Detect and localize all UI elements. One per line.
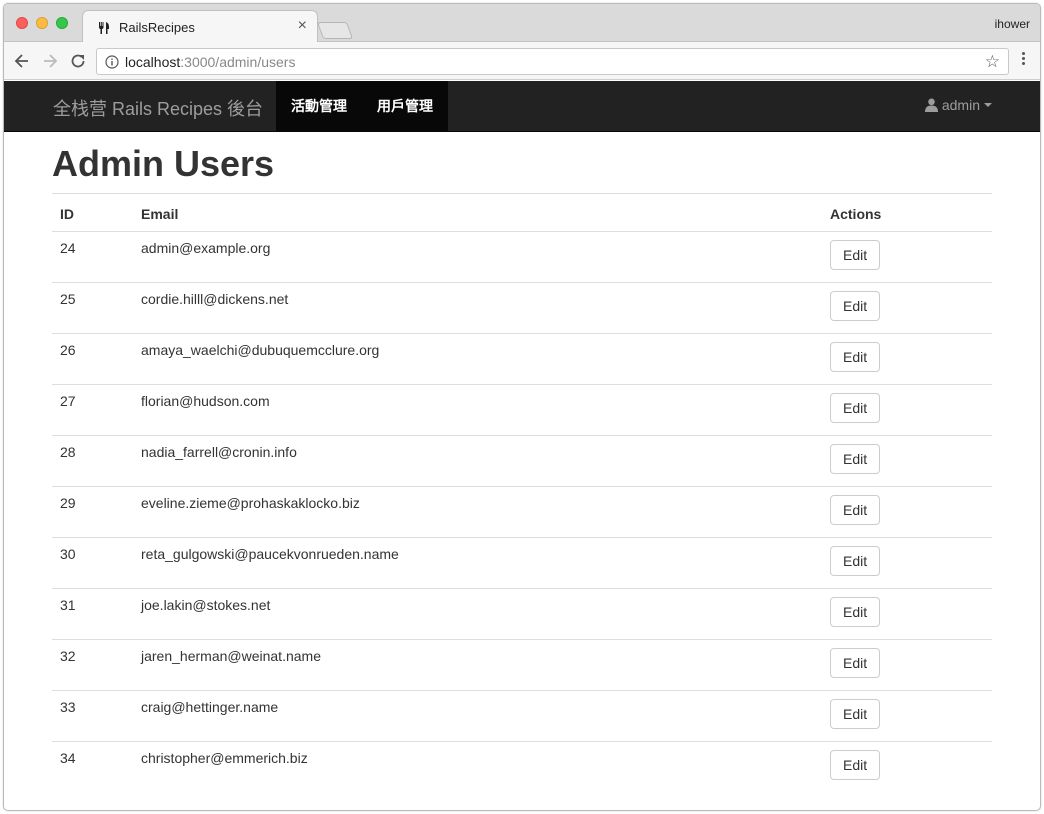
- actions-cell: Edit: [822, 690, 992, 742]
- actions-cell: Edit: [822, 231, 992, 283]
- user-email-cell: reta_gulgowski@paucekvonrueden.name: [133, 537, 822, 589]
- table-row: 28 nadia_farrell@cronin.info Edit: [52, 435, 992, 487]
- browser-tab[interactable]: RailsRecipes ×: [82, 10, 318, 43]
- edit-button[interactable]: Edit: [830, 597, 881, 627]
- actions-cell: Edit: [822, 282, 992, 334]
- star-icon[interactable]: ☆: [985, 52, 1000, 72]
- user-name: admin: [941, 97, 980, 113]
- url-path: :3000/admin/users: [180, 54, 296, 70]
- browser-toolbar: localhost:3000/admin/users ☆: [4, 42, 1040, 80]
- user-id-cell: 28: [52, 435, 133, 487]
- arrow-right-icon[interactable]: [40, 51, 60, 71]
- actions-cell: Edit: [822, 639, 992, 691]
- table-row: 29 eveline.zieme@prohaskaklocko.biz Edit: [52, 486, 992, 538]
- user-id-cell: 33: [52, 690, 133, 742]
- close-window-button[interactable]: [16, 17, 28, 29]
- caret-down-icon: [984, 103, 992, 107]
- table-row: 26 amaya_waelchi@dubuquemcclure.org Edit: [52, 333, 992, 385]
- user-dropdown[interactable]: admin: [924, 97, 992, 113]
- edit-button[interactable]: Edit: [830, 495, 881, 525]
- table-row: 25 cordie.hilll@dickens.net Edit: [52, 282, 992, 334]
- user-id-cell: 32: [52, 639, 133, 691]
- menu-dots-icon[interactable]: [1022, 52, 1026, 70]
- user-id-cell: 29: [52, 486, 133, 538]
- url-text[interactable]: localhost:3000/admin/users: [125, 54, 295, 70]
- main-content: Admin Users ID Email Actions 24 admin@exa…: [52, 132, 992, 793]
- reload-icon[interactable]: [68, 51, 88, 71]
- user-icon: [924, 98, 938, 112]
- table-row: 33 craig@hettinger.name Edit: [52, 690, 992, 742]
- edit-button[interactable]: Edit: [830, 240, 881, 270]
- user-email-cell: nadia_farrell@cronin.info: [133, 435, 822, 487]
- column-header-actions: Actions: [822, 193, 992, 232]
- edit-button[interactable]: Edit: [830, 750, 881, 780]
- user-id-cell: 30: [52, 537, 133, 589]
- table-row: 32 jaren_herman@weinat.name Edit: [52, 639, 992, 691]
- url-host: localhost: [125, 54, 181, 70]
- tab-bar: RailsRecipes × ihower: [4, 4, 1040, 43]
- new-tab-button[interactable]: [316, 22, 354, 39]
- table-row: 24 admin@example.org Edit: [52, 231, 992, 283]
- edit-button[interactable]: Edit: [830, 648, 881, 678]
- user-email-cell: christopher@emmerich.biz: [141, 750, 308, 766]
- info-icon[interactable]: [105, 55, 119, 69]
- table-row: 31 joe.lakin@stokes.net Edit: [52, 588, 992, 640]
- actions-cell: Edit: [822, 588, 992, 640]
- maximize-window-button[interactable]: [56, 17, 68, 29]
- column-header-email: Email: [133, 193, 822, 232]
- table-row: 27 florian@hudson.com Edit: [52, 384, 992, 436]
- brand-link[interactable]: 全栈营 Rails Recipes 後台: [53, 95, 263, 121]
- edit-button[interactable]: Edit: [830, 393, 881, 423]
- fork-knife-icon: [99, 22, 109, 34]
- table-header-row: ID Email Actions: [52, 193, 992, 232]
- user-email-cell: eveline.zieme@prohaskaklocko.biz: [133, 486, 822, 538]
- user-email-cell: cordie.hilll@dickens.net: [133, 282, 822, 334]
- profile-name[interactable]: ihower: [995, 17, 1030, 31]
- actions-cell: Edit: [822, 486, 992, 538]
- actions-cell: Edit: [822, 742, 992, 793]
- address-bar[interactable]: localhost:3000/admin/users ☆: [96, 48, 1009, 75]
- actions-cell: Edit: [822, 435, 992, 487]
- arrow-left-icon[interactable]: [12, 51, 32, 71]
- actions-cell: Edit: [822, 537, 992, 589]
- user-id-cell: 34: [60, 750, 76, 766]
- user-id-cell: 26: [52, 333, 133, 385]
- tab-title: RailsRecipes: [119, 20, 195, 35]
- edit-button[interactable]: Edit: [830, 291, 881, 321]
- user-id-cell: 27: [52, 384, 133, 436]
- edit-button[interactable]: Edit: [830, 699, 881, 729]
- table-row: 34 christopher@emmerich.biz Edit: [52, 742, 992, 793]
- table-row: 30 reta_gulgowski@paucekvonrueden.name Edi…: [52, 537, 992, 589]
- nav-item-users[interactable]: 用戶管理: [362, 81, 448, 132]
- user-email-cell: craig@hettinger.name: [133, 690, 822, 742]
- user-email-cell: admin@example.org: [133, 231, 822, 283]
- user-id-cell: 25: [52, 282, 133, 334]
- minimize-window-button[interactable]: [36, 17, 48, 29]
- actions-cell: Edit: [822, 333, 992, 385]
- users-table: ID Email Actions 24 admin@example.org Edit…: [52, 193, 992, 793]
- column-header-id: ID: [52, 193, 133, 232]
- app-navbar: 全栈营 Rails Recipes 後台 活動管理 用戶管理 admin: [4, 81, 1040, 132]
- user-email-cell: amaya_waelchi@dubuquemcclure.org: [133, 333, 822, 385]
- edit-button[interactable]: Edit: [830, 546, 881, 576]
- page-title: Admin Users: [52, 143, 275, 184]
- actions-cell: Edit: [822, 384, 992, 436]
- tab-close-icon[interactable]: ×: [298, 17, 307, 35]
- user-id-cell: 24: [52, 231, 133, 283]
- nav-item-events[interactable]: 活動管理: [276, 81, 362, 132]
- edit-button[interactable]: Edit: [830, 444, 881, 474]
- browser-window: RailsRecipes × ihower localhost:3000/adm…: [3, 3, 1041, 811]
- user-email-cell: jaren_herman@weinat.name: [133, 639, 822, 691]
- edit-button[interactable]: Edit: [830, 342, 881, 372]
- user-email-cell: florian@hudson.com: [133, 384, 822, 436]
- user-id-cell: 31: [52, 588, 133, 640]
- user-email-cell: joe.lakin@stokes.net: [133, 588, 822, 640]
